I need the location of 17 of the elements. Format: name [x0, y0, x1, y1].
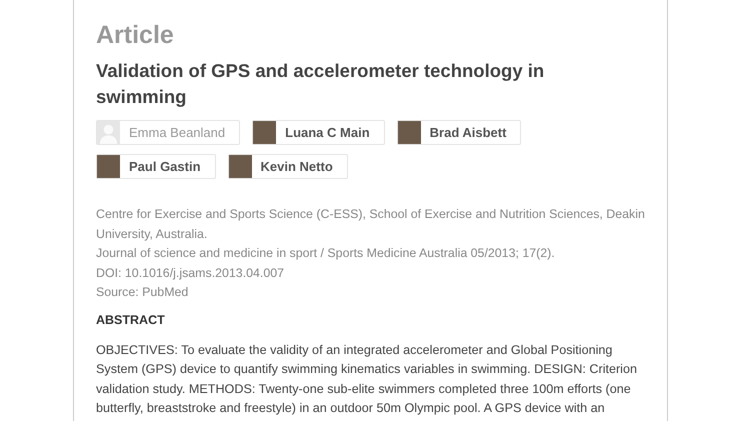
photo-placeholder	[97, 155, 120, 178]
photo-placeholder	[398, 121, 421, 144]
citation-detail: Source: PubMed	[96, 284, 190, 301]
photo-placeholder	[253, 121, 276, 144]
user-silhouette-icon	[97, 121, 120, 144]
abstract-heading: ABSTRACT	[96, 312, 166, 326]
author-chip[interactable]: Luana C Main	[252, 120, 385, 145]
author-chip[interactable]: Brad Aisbett	[396, 120, 522, 145]
author-chip[interactable]: Paul Gastin	[96, 154, 216, 179]
citation-detail: Journal of science and medicine in sport / Sports Medicine Australia 05/2013; 17(2).	[96, 245, 556, 262]
abstract-text: OBJECTIVES: To evaluate the validity of an integrated accelerometer and Global Positioning System (GPS) device to quantify swimming kinematics variables in swimming. DESIGN: Criterion validation study. METHODS: Twenty-one sub-elite swimmers completed three 100m efforts (one butterfly, breaststroke and freestyle) in an outdoor 50m Olympic pool. A GPS device with an	[96, 342, 638, 417]
article-type-label: Article	[96, 20, 175, 50]
author-chip[interactable]: Kevin Netto	[228, 154, 348, 179]
citation-detail: Centre for Exercise and Sports Science (C-ESS), School of Exercise and Nutrition Sciences, Deakin University, Australia.	[96, 206, 645, 243]
photo-placeholder	[228, 155, 252, 178]
article-title: Validation of GPS and accelerometer technology in swimming	[96, 59, 546, 109]
citation-detail: DOI: 10.1016/j.jsams.2013.04.007	[96, 264, 286, 282]
